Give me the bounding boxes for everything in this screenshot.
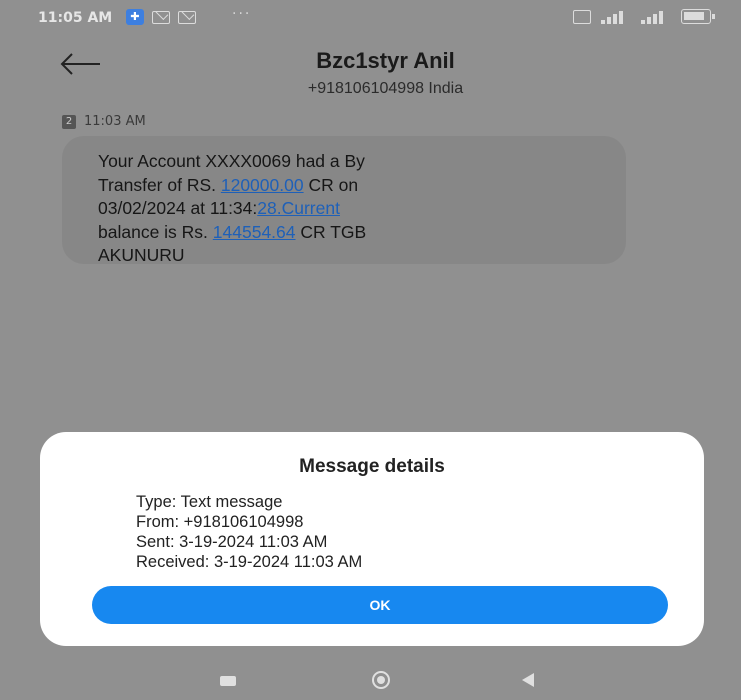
message-time: 11:03 AM bbox=[84, 114, 146, 129]
message-line: Transfer of RS. 120000.00 CR on bbox=[98, 174, 359, 195]
mail-icon bbox=[178, 10, 196, 24]
message-line: 03/02/2024 at 11:34:28.Current bbox=[98, 198, 340, 218]
status-bar: 11:05 AM ✚ ··· bbox=[0, 0, 741, 36]
detail-lines: Type: Text message From: +918106104998 S… bbox=[136, 492, 362, 572]
screen-icon bbox=[573, 9, 591, 24]
status-notification-icons: ✚ bbox=[126, 9, 196, 25]
status-system-icons bbox=[573, 9, 715, 24]
signal-icon bbox=[601, 10, 631, 24]
message-details-dialog: Message details Type: Text message From:… bbox=[40, 432, 704, 646]
message-line: AKUNURU bbox=[98, 245, 185, 265]
message-meta: 2 11:03 AM bbox=[62, 114, 146, 129]
detail-received: Received: 3-19-2024 11:03 AM bbox=[136, 553, 363, 571]
balance-link[interactable]: 144554.64 bbox=[213, 222, 296, 242]
status-time: 11:05 AM bbox=[38, 10, 113, 26]
back-icon[interactable] bbox=[522, 673, 534, 687]
battery-icon bbox=[681, 9, 715, 24]
navigation-bar bbox=[0, 658, 741, 700]
home-icon[interactable] bbox=[372, 671, 390, 689]
contact-number: +918106104998 India bbox=[307, 80, 464, 97]
contact-name: Bzc1styr Anil bbox=[316, 48, 455, 73]
sms-conversation-screen: 11:05 AM ✚ ··· Bzc1styr Anil +9181061049… bbox=[0, 0, 741, 700]
message-bubble[interactable]: Your Account XXXX0069 had a By Transfer … bbox=[62, 136, 626, 265]
detail-type: Type: Text message bbox=[136, 493, 283, 511]
message-line: balance is Rs. 144554.64 CR TGB bbox=[98, 221, 367, 242]
sim-slot-badge: 2 bbox=[62, 114, 76, 129]
detail-sent: Sent: 3-19-2024 11:03 AM bbox=[136, 533, 328, 551]
more-notifications-icon: ··· bbox=[232, 6, 252, 22]
signal-icon bbox=[641, 10, 671, 24]
detail-from: From: +918106104998 bbox=[136, 513, 304, 531]
ok-button[interactable]: OK bbox=[92, 586, 668, 624]
message-line: Your Account XXXX0069 had a By bbox=[98, 151, 365, 171]
mail-icon bbox=[152, 10, 170, 24]
dialog-title: Message details bbox=[299, 456, 445, 477]
recents-icon[interactable] bbox=[220, 676, 236, 686]
number-link[interactable]: 28.Current bbox=[257, 198, 340, 218]
amount-link[interactable]: 120000.00 bbox=[221, 175, 304, 195]
app-notification-icon: ✚ bbox=[126, 9, 144, 25]
